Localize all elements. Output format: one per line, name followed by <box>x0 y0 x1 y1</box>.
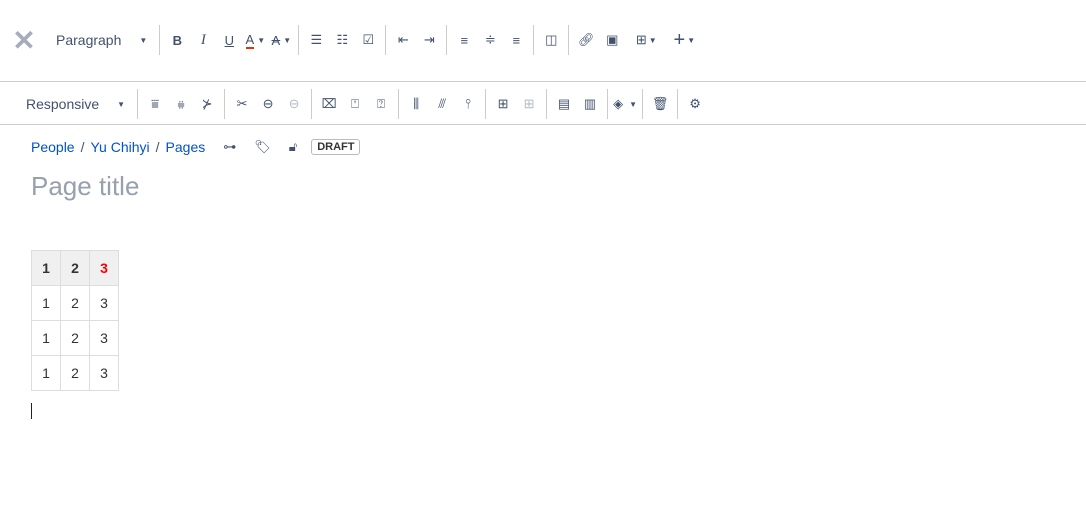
image-icon[interactable]: ▣ <box>599 27 625 53</box>
header-column-icon[interactable]: ▥ <box>577 91 603 117</box>
cut-column-icon[interactable]: ⌧ <box>316 91 342 117</box>
table-header-cell[interactable]: 3 <box>89 250 119 286</box>
underline-button[interactable]: U <box>216 27 242 53</box>
page-tree-icon[interactable]: ⊶ <box>223 139 236 155</box>
bold-button[interactable]: B <box>164 27 190 53</box>
divider <box>546 89 548 119</box>
table-header-cell[interactable]: 1 <box>31 250 61 286</box>
table-cell[interactable]: 1 <box>31 320 61 356</box>
unlock-icon[interactable]: 🔓︎ <box>289 139 297 155</box>
breadcrumb-pages[interactable]: Pages <box>166 139 206 155</box>
table-cell[interactable]: 1 <box>31 355 61 391</box>
table-row: 1 2 3 <box>31 355 119 391</box>
table-cell[interactable]: 2 <box>60 355 90 391</box>
bullet-list-icon[interactable]: ☰ <box>303 27 329 53</box>
link-icon[interactable]: 🔗︎ <box>573 27 599 53</box>
divider <box>446 25 448 55</box>
divider <box>159 25 161 55</box>
breadcrumb-separator: / <box>80 139 85 155</box>
table-cell[interactable]: 3 <box>89 285 119 321</box>
merge-cells-icon[interactable]: ⊞ <box>490 91 516 117</box>
page-title-input[interactable]: Page title <box>31 171 139 202</box>
breadcrumb-user[interactable]: Yu Chihyi <box>90 139 149 155</box>
table-cell[interactable]: 2 <box>60 285 90 321</box>
table-toolbar: Responsive ▼ ⩸ ⩷ ⊁ ✂ ⊖ ⊖ ⌧ ⍞ ⍰ ⫼ ⫻ ⫯ ⊞ ⊞ … <box>0 82 1086 125</box>
confluence-logo-icon[interactable]: ✕ <box>8 24 40 56</box>
main-toolbar: ✕ Paragraph ▼ B I U A ▼ A ▼ ☰ ☷ ☑ ⇤ ⇥ ≡ ≑ ≡… <box>0 0 1086 82</box>
responsive-label: Responsive <box>26 96 100 112</box>
align-center-icon[interactable]: ≑ <box>477 27 503 53</box>
numbered-list-icon[interactable]: ☷ <box>329 27 355 53</box>
divider <box>311 89 313 119</box>
header-row-icon[interactable]: ▤ <box>551 91 577 117</box>
indent-icon[interactable]: ⇥ <box>416 27 442 53</box>
divider <box>568 25 570 55</box>
insert-more-icon[interactable]: + ▼ <box>671 27 697 53</box>
table-header-row: 1 2 3 <box>31 250 119 286</box>
table-insert-icon[interactable]: ⊞ ▼ <box>633 27 659 53</box>
breadcrumb-separator: / <box>155 139 160 155</box>
paste-column-icon[interactable]: ⍰ <box>368 91 394 117</box>
table-row: 1 2 3 <box>31 320 119 356</box>
divider <box>677 89 679 119</box>
divider <box>398 89 400 119</box>
table-header-cell[interactable]: 2 <box>60 250 90 286</box>
column-insert-before-icon[interactable]: ⫼ <box>403 91 429 117</box>
paste-row-icon[interactable]: ⊖ <box>281 91 307 117</box>
label-tag-icon[interactable]: 🏷︎ <box>254 139 271 155</box>
divider <box>224 89 226 119</box>
draft-badge: DRAFT <box>311 139 361 155</box>
divider <box>607 89 609 119</box>
divider <box>485 89 487 119</box>
table-settings-icon[interactable]: ⚙ <box>682 91 708 117</box>
column-insert-after-icon[interactable]: ⫻ <box>429 91 455 117</box>
more-formatting-button[interactable]: A ▼ <box>268 27 294 53</box>
align-right-icon[interactable]: ≡ <box>503 27 529 53</box>
divider <box>533 25 535 55</box>
delete-table-icon[interactable]: 🗑︎ <box>647 91 673 117</box>
cut-row-icon[interactable]: ✂ <box>229 91 255 117</box>
task-list-icon[interactable]: ☑ <box>355 27 381 53</box>
paragraph-label: Paragraph <box>56 32 122 48</box>
divider <box>385 25 387 55</box>
table-width-dropdown[interactable]: Responsive ▼ <box>18 96 133 112</box>
breadcrumb-people[interactable]: People <box>31 139 75 155</box>
italic-button[interactable]: I <box>190 27 216 53</box>
table-cell[interactable]: 3 <box>89 355 119 391</box>
page-layout-icon[interactable]: ◫ <box>538 27 564 53</box>
table-cell[interactable]: 2 <box>60 320 90 356</box>
outdent-icon[interactable]: ⇤ <box>390 27 416 53</box>
copy-column-icon[interactable]: ⍞ <box>342 91 368 117</box>
cell-color-icon[interactable]: ◈ ▼ <box>612 91 638 117</box>
row-delete-icon[interactable]: ⊁ <box>194 91 220 117</box>
text-color-button[interactable]: A ▼ <box>242 27 268 53</box>
split-cell-icon[interactable]: ⊞ <box>516 91 542 117</box>
divider <box>298 25 300 55</box>
row-insert-before-icon[interactable]: ⩸ <box>142 91 168 117</box>
paragraph-style-dropdown[interactable]: Paragraph ▼ <box>48 32 155 48</box>
content-table: 1 2 3 1 2 3 1 2 3 1 2 3 <box>31 250 119 391</box>
align-left-icon[interactable]: ≡ <box>451 27 477 53</box>
table-row: 1 2 3 <box>31 285 119 321</box>
column-delete-icon[interactable]: ⫯ <box>455 91 481 117</box>
row-insert-after-icon[interactable]: ⩷ <box>168 91 194 117</box>
table-cell[interactable]: 1 <box>31 285 61 321</box>
breadcrumb: People / Yu Chihyi / Pages ⊶ 🏷︎ 🔓︎ DRAFT <box>31 139 361 155</box>
table-cell[interactable]: 3 <box>89 320 119 356</box>
text-cursor <box>31 403 32 419</box>
copy-row-icon[interactable]: ⊖ <box>255 91 281 117</box>
divider <box>137 89 139 119</box>
divider <box>642 89 644 119</box>
